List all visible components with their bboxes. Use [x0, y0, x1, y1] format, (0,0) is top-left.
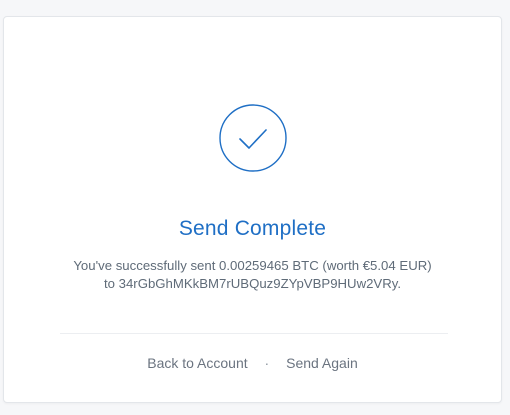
success-message-line-2: to 34rGbGhMKkBM7rUBQuz9ZYpVBP9HUw2VRy.: [103, 276, 402, 291]
success-message-line-1: You've successfully sent 0.00259465 BTC …: [73, 258, 432, 273]
send-again-link[interactable]: Send Again: [286, 355, 358, 371]
success-message: You've successfully sent 0.00259465 BTC …: [4, 257, 501, 293]
action-links: Back to Account · Send Again: [4, 355, 501, 371]
separator-dot: ·: [264, 355, 270, 371]
back-to-account-link[interactable]: Back to Account: [147, 355, 247, 371]
divider: [60, 333, 448, 334]
checkmark-circle-icon: [218, 103, 288, 173]
page-title: Send Complete: [178, 217, 327, 240]
send-complete-card: Send Complete You've successfully sent 0…: [3, 16, 502, 403]
